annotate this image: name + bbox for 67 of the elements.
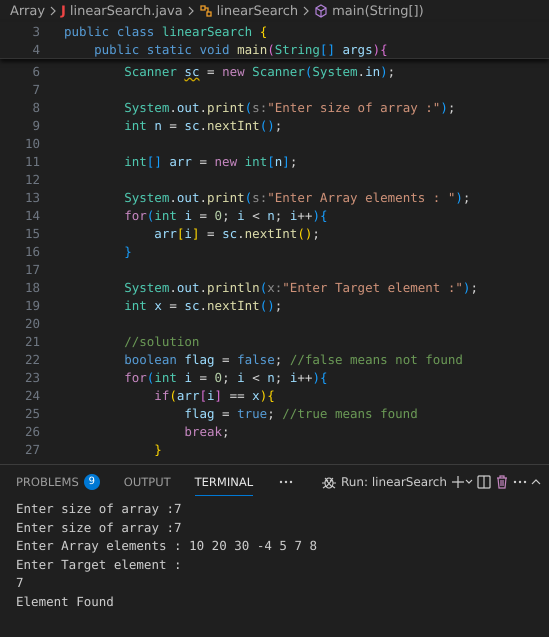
line-number: 15 <box>24 226 40 240</box>
line-number: 3 <box>31 24 40 38</box>
chevron-right-icon <box>302 6 310 16</box>
code-line: int[] arr = new int[n]; <box>123 154 298 168</box>
code-line: } <box>153 442 162 456</box>
line-number: 19 <box>24 298 40 312</box>
terminal-line: Element Found <box>16 594 115 610</box>
code-line: flag = true; //true means found <box>183 406 418 420</box>
terminal-line: Enter size of array :7 <box>16 520 183 537</box>
code-line: } <box>123 244 132 258</box>
line-number: 21 <box>24 334 40 348</box>
line-number: 13 <box>24 190 40 204</box>
breadcrumb-item[interactable]: Array <box>10 4 46 18</box>
line-number: 10 <box>24 136 40 150</box>
line-number: 6 <box>31 64 40 78</box>
line-number: 7 <box>31 82 40 96</box>
java-file-icon: J <box>61 4 66 18</box>
line-number: 25 <box>24 406 40 420</box>
chevron-right-icon <box>186 6 195 16</box>
line-number: 8 <box>31 100 40 114</box>
line-number: 4 <box>31 42 40 56</box>
line-number: 12 <box>24 172 40 186</box>
line-number: 22 <box>24 352 40 366</box>
cube-icon <box>314 4 328 18</box>
code-line: for(int i = 0; i < n; i++){ <box>123 208 328 222</box>
terminal-line: 7 <box>16 575 25 592</box>
terminal-line: Enter size of array :7 <box>16 501 183 518</box>
panel-tab[interactable]: OUTPUT <box>124 468 171 496</box>
line-number: 26 <box>24 424 40 438</box>
code-line: Scanner sc = new Scanner(System.in); <box>123 64 396 78</box>
code-line: if(arr[i] == x){ <box>153 388 275 402</box>
line-number: 11 <box>24 154 40 168</box>
line-number: 14 <box>24 208 40 222</box>
code-line: public class linearSearch { <box>64 24 268 38</box>
panel-tab[interactable]: TERMINAL <box>194 468 254 496</box>
line-number: 27 <box>24 442 40 456</box>
code-line: public static void main(String[] args){ <box>93 42 388 56</box>
class-icon <box>198 4 213 18</box>
code-line: //solution <box>123 334 200 348</box>
count-badge: 9 <box>84 474 100 490</box>
line-number: 18 <box>24 280 40 294</box>
breadcrumb-item[interactable]: linearSearch.java <box>70 4 183 18</box>
breadcrumb-item[interactable]: linearSearch <box>216 4 298 18</box>
terminal-line: Enter Target element : <box>16 556 183 574</box>
split-icon[interactable] <box>475 473 493 491</box>
line-number: 9 <box>31 118 40 132</box>
code-line: int x = sc.nextInt(); <box>123 298 282 312</box>
terminal-line: Enter Array elements : 10 20 30 -4 5 7 8 <box>16 538 318 555</box>
code-line: for(int i = 0; i < n; i++){ <box>123 370 328 384</box>
line-number: 17 <box>24 262 40 276</box>
code-line: boolean flag = false; //false means not found <box>123 352 463 366</box>
terminal-selector[interactable]: Run: linearSearch <box>318 472 449 492</box>
panel-tab[interactable]: PROBLEMS 9 <box>16 468 100 496</box>
more-icon[interactable] <box>511 478 529 486</box>
code-line: arr[i] = sc.nextInt(); <box>153 226 320 240</box>
code-line: break; <box>183 424 230 438</box>
line-number: 16 <box>24 244 40 258</box>
breadcrumb-item[interactable]: main(String[]) <box>332 4 424 18</box>
chevron-right-icon <box>49 6 58 16</box>
code-line: System.out.print(s:"Enter Array elements : "); <box>123 190 470 204</box>
line-number: 24 <box>24 388 40 402</box>
code-line: int n = sc.nextInt(); <box>123 118 282 132</box>
line-number: 20 <box>24 316 40 330</box>
line-number: 23 <box>24 370 40 384</box>
add-terminal-icon[interactable] <box>449 473 475 491</box>
code-line: System.out.print(s:"Enter size of array :"); <box>123 100 456 114</box>
code-line: System.out.println(x:"Enter Target element :"); <box>123 280 478 294</box>
